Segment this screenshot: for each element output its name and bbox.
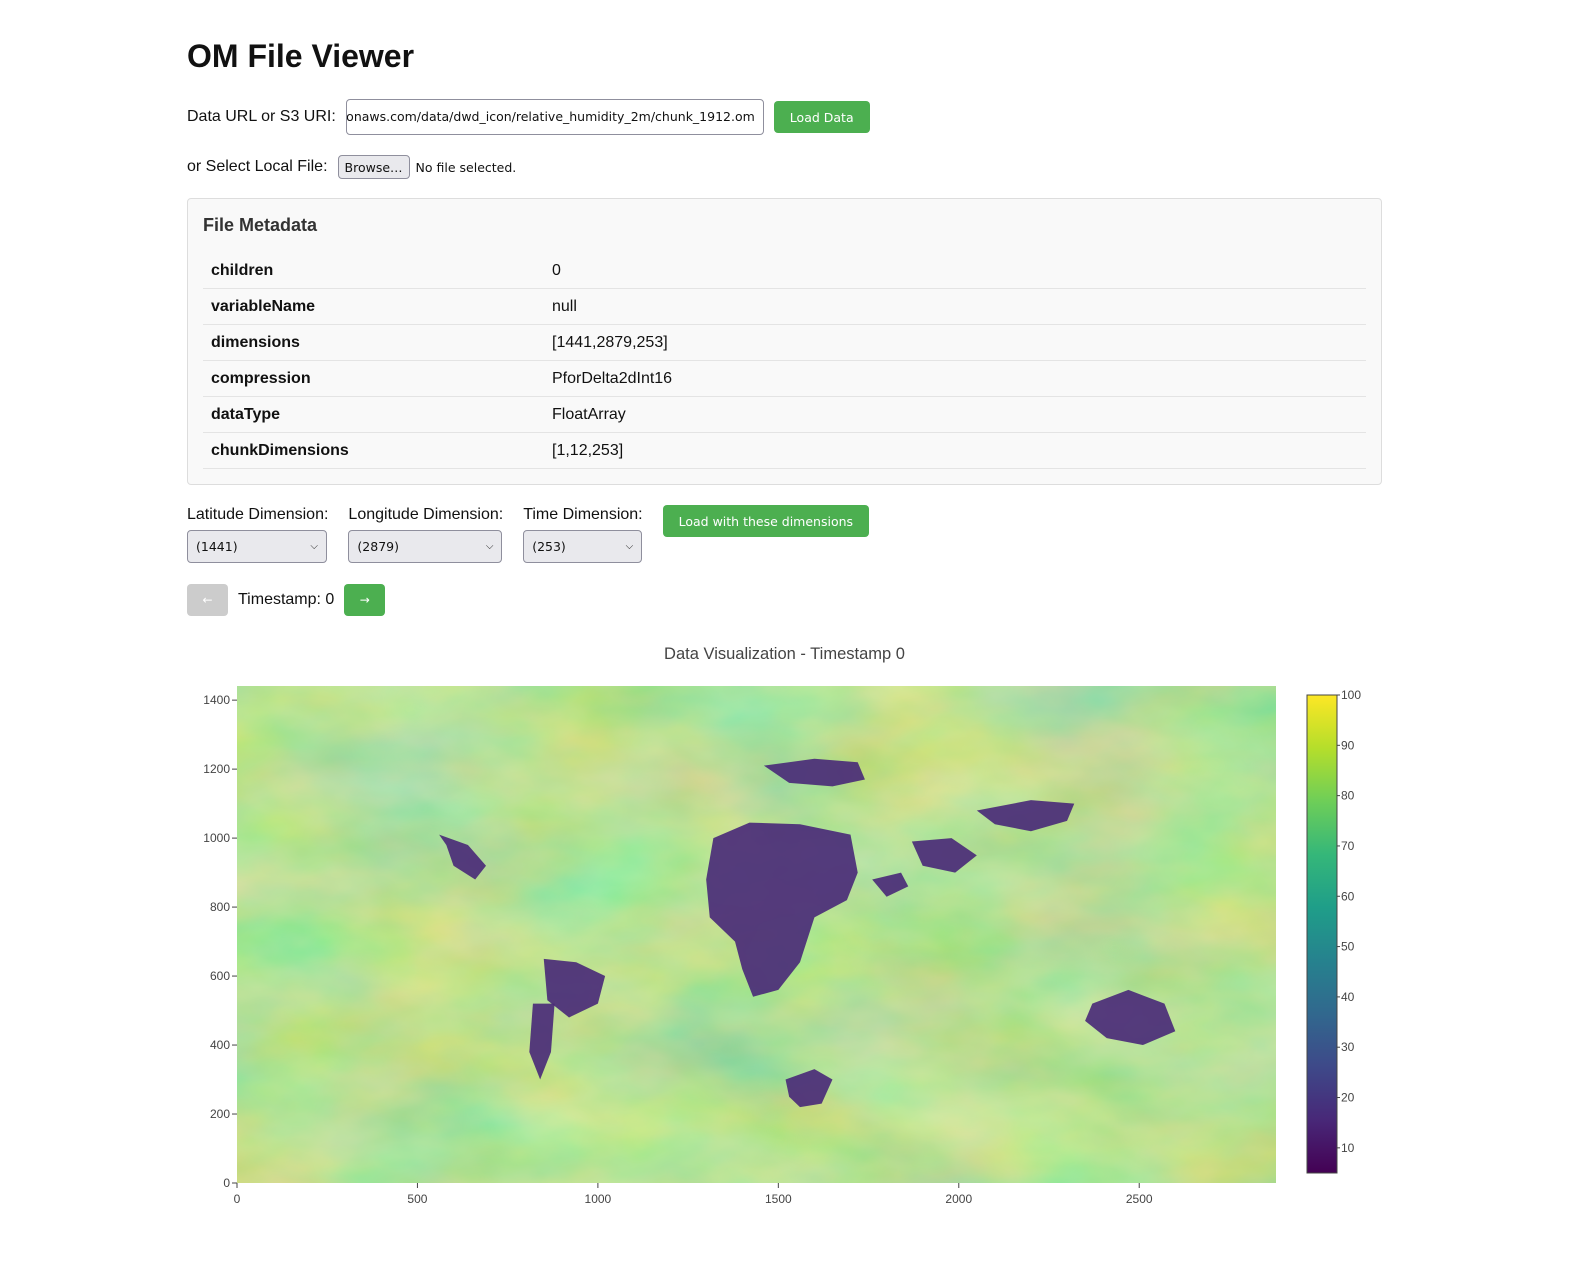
colorbar-tick-label: 10 xyxy=(1341,1141,1355,1155)
y-axis: 0 200 400 600 800 1000 1200 1400 xyxy=(203,693,237,1190)
y-tick-label: 1400 xyxy=(203,693,230,707)
colorbar-gradient xyxy=(1306,694,1338,1174)
heatmap-chart[interactable]: 0 500 1000 1500 2000 2500 0 200 400 600 800 1000 12… xyxy=(0,0,1575,1265)
colorbar-tick-label: 70 xyxy=(1341,839,1355,853)
y-tick-label: 400 xyxy=(210,1038,230,1052)
colorbar-tick-label: 30 xyxy=(1341,1040,1355,1054)
y-tick-label: 1200 xyxy=(203,762,230,776)
colorbar-tick-label: 40 xyxy=(1341,990,1355,1004)
colorbar-tick-label: 80 xyxy=(1341,789,1355,803)
y-tick-label: 600 xyxy=(210,969,230,983)
heatmap-plot-area[interactable] xyxy=(237,686,1276,1183)
colorbar-tick-label: 50 xyxy=(1341,940,1355,954)
y-tick-label: 800 xyxy=(210,900,230,914)
colorbar-tick-label: 100 xyxy=(1341,688,1361,702)
x-tick-label: 500 xyxy=(407,1192,427,1206)
colorbar-tick-label: 90 xyxy=(1341,738,1355,752)
x-tick-label: 1500 xyxy=(765,1192,792,1206)
colorbar-tick-label: 60 xyxy=(1341,889,1355,903)
x-tick-label: 2500 xyxy=(1126,1192,1153,1206)
x-tick-label: 1000 xyxy=(585,1192,612,1206)
y-tick-label: 0 xyxy=(223,1176,230,1190)
colorbar-tick-label: 20 xyxy=(1341,1091,1355,1105)
x-tick-label: 2000 xyxy=(945,1192,972,1206)
y-tick-label: 200 xyxy=(210,1107,230,1121)
y-tick-label: 1000 xyxy=(203,831,230,845)
colorbar: 10 20 30 40 50 60 70 80 90 100 xyxy=(1306,688,1361,1174)
x-tick-label: 0 xyxy=(234,1192,241,1206)
x-axis: 0 500 1000 1500 2000 2500 xyxy=(234,1183,1153,1206)
